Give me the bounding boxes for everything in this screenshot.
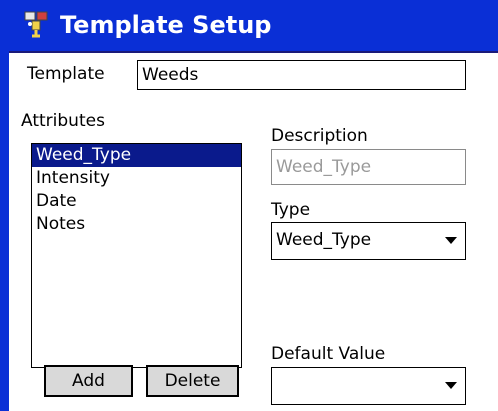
chevron-down-icon[interactable]: [445, 237, 457, 244]
template-setup-window: Template Setup Template Weeds Attributes…: [0, 0, 498, 411]
template-setup-app-icon: [22, 10, 52, 40]
window-left-border: [0, 0, 9, 411]
description-label: Description: [271, 126, 368, 146]
default-value-dropdown[interactable]: [271, 367, 466, 405]
type-dropdown-value: Weed_Type: [276, 230, 372, 250]
attributes-listbox[interactable]: Weed_Type Intensity Date Notes: [31, 143, 242, 368]
type-label: Type: [271, 200, 311, 220]
attribute-item-date[interactable]: Date: [32, 190, 241, 213]
delete-attribute-button[interactable]: Delete: [146, 365, 239, 397]
attribute-item-weed-type[interactable]: Weed_Type: [32, 144, 241, 167]
form-body: Template Weeds Attributes Weed_Type Inte…: [9, 53, 498, 411]
add-attribute-button[interactable]: Add: [44, 365, 133, 397]
description-field[interactable]: Weed_Type: [271, 149, 466, 185]
window-title: Template Setup: [60, 11, 272, 39]
template-label: Template: [27, 64, 105, 84]
attributes-label: Attributes: [21, 111, 105, 131]
template-name-input[interactable]: Weeds: [137, 60, 466, 90]
type-dropdown[interactable]: Weed_Type: [271, 222, 466, 260]
title-bar: Template Setup: [0, 0, 498, 53]
default-value-label: Default Value: [271, 344, 386, 364]
attribute-item-intensity[interactable]: Intensity: [32, 167, 241, 190]
chevron-down-icon[interactable]: [445, 382, 457, 389]
attribute-item-notes[interactable]: Notes: [32, 213, 241, 236]
